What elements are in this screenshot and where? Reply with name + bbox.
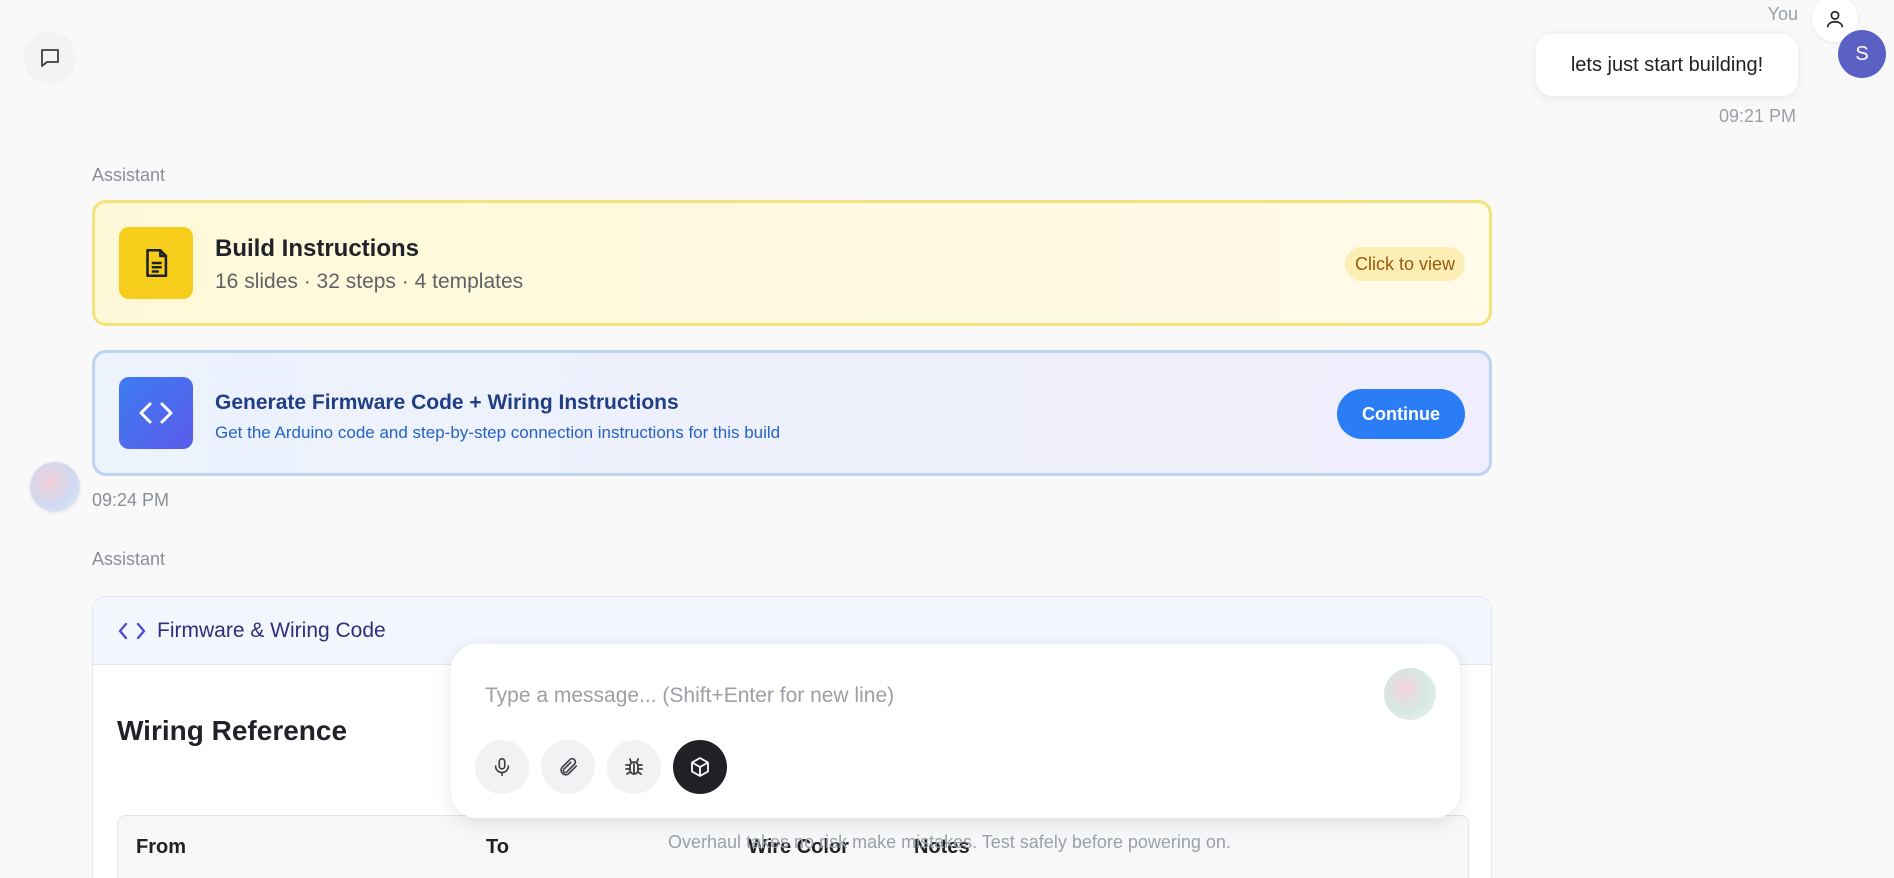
assistant-message-time: 09:24 PM [92, 490, 170, 510]
panel-title: Firmware & Wiring Code [157, 618, 386, 642]
assistant-orb-button[interactable] [1384, 668, 1436, 720]
chat-history-button[interactable] [24, 32, 76, 84]
firmware-card-subtitle: Get the Arduino code and step-by-step co… [215, 423, 781, 442]
click-to-view-badge[interactable]: Click to view [1344, 247, 1465, 281]
disclaimer-text: Overhaul takes no risk make mistakes. Te… [668, 832, 1231, 852]
build-instructions-card[interactable]: Build Instructions 16 slides · 32 steps … [92, 200, 1492, 326]
attach-button[interactable] [541, 740, 595, 794]
bug-icon [625, 758, 643, 775]
assistant-avatar [30, 462, 80, 512]
build-card-title: Build Instructions [215, 235, 419, 262]
chat-page: You S lets just start building! 09:21 PM… [0, 0, 1894, 878]
message-input[interactable] [485, 678, 1365, 714]
firmware-generate-card[interactable]: Generate Firmware Code + Wiring Instruct… [92, 350, 1492, 476]
chat-bubble-icon [41, 49, 59, 67]
table-header-to: To [486, 836, 509, 858]
paperclip-icon [560, 757, 578, 776]
table-header-from: From [136, 836, 186, 858]
code-icon [119, 377, 193, 449]
user-avatar: S [1838, 30, 1886, 78]
cube-icon [691, 757, 709, 777]
firmware-card-title: Generate Firmware Code + Wiring Instruct… [215, 391, 679, 414]
wiring-reference-title: Wiring Reference [117, 715, 348, 746]
document-icon [119, 227, 193, 299]
message-composer [451, 644, 1460, 818]
build-card-subtitle: 16 slides · 32 steps · 4 templates [215, 270, 524, 293]
user-icon [1826, 10, 1844, 28]
build-mode-button[interactable] [673, 740, 727, 794]
message-author: You [1767, 4, 1798, 24]
code-icon [118, 622, 146, 639]
user-message-time: 09:21 PM [1718, 106, 1796, 126]
continue-button[interactable]: Continue [1337, 389, 1465, 439]
assistant-label: Assistant [92, 165, 166, 185]
debug-button[interactable] [607, 740, 661, 794]
microphone-icon [494, 757, 510, 777]
voice-button[interactable] [475, 740, 529, 794]
user-message-bubble: lets just start building! [1536, 34, 1798, 96]
assistant-label-2: Assistant [92, 549, 166, 569]
